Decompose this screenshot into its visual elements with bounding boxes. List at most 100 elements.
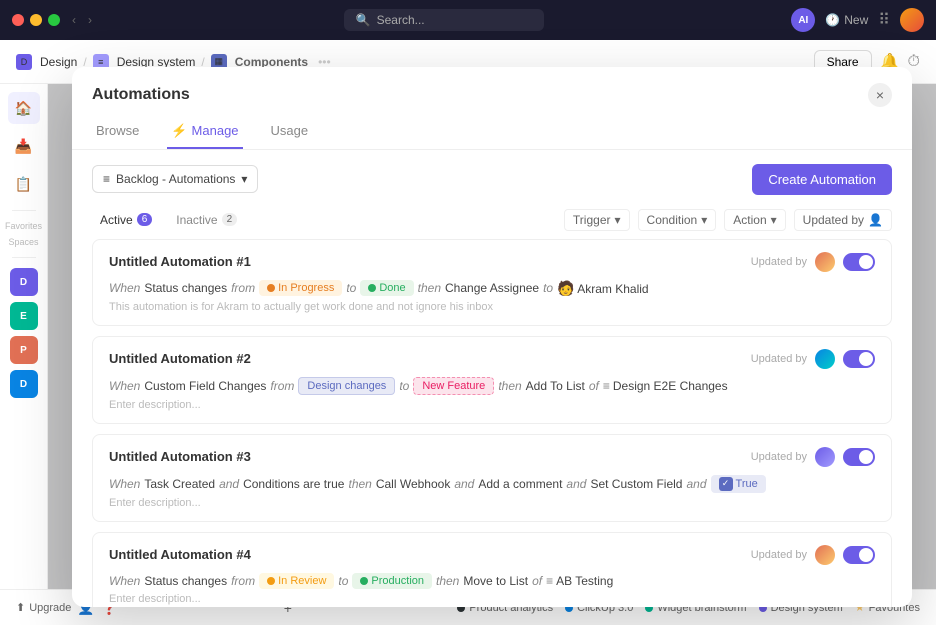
forward-arrow-icon[interactable]: › bbox=[84, 11, 96, 29]
minimize-window-icon[interactable] bbox=[30, 14, 42, 26]
sidebar-space-p[interactable]: P bbox=[10, 336, 38, 364]
automation-2-rule: When Custom Field Changes from Design ch… bbox=[109, 377, 875, 395]
filter-left: Active 6 Inactive 2 bbox=[92, 209, 245, 231]
ai-badge[interactable]: AI bbox=[791, 8, 815, 32]
manage-icon: ⚡ bbox=[171, 123, 187, 139]
sidebar-divider bbox=[12, 210, 36, 211]
automation-3-header: Untitled Automation #3 Updated by bbox=[109, 447, 875, 467]
window-controls bbox=[12, 14, 60, 26]
sidebar-space-design[interactable]: D bbox=[10, 268, 38, 296]
chevron-down-icon: ▾ bbox=[241, 172, 247, 186]
modal-close-button[interactable]: × bbox=[868, 83, 892, 107]
modal-tabs: Browse ⚡ Manage Usage bbox=[72, 115, 912, 150]
automation-1-rule: When Status changes from In Progress to … bbox=[109, 280, 875, 297]
updated-by-label-3: Updated by bbox=[751, 451, 807, 463]
automation-list: Untitled Automation #1 Updated by When S… bbox=[72, 239, 912, 607]
trigger-2: Custom Field Changes bbox=[144, 379, 266, 393]
nav-arrows: ‹ › bbox=[68, 11, 96, 29]
design-icon: D bbox=[16, 54, 32, 70]
sidebar-item-tasks[interactable]: 📋 bbox=[8, 168, 40, 200]
user-avatar[interactable] bbox=[900, 8, 924, 32]
to-badge-1: Done bbox=[360, 280, 413, 296]
tab-usage[interactable]: Usage bbox=[267, 115, 313, 148]
tab-manage[interactable]: ⚡ Manage bbox=[167, 115, 242, 149]
breadcrumb-design[interactable]: Design bbox=[40, 55, 77, 69]
toggle-2[interactable] bbox=[843, 350, 875, 368]
automation-item-4: Untitled Automation #4 Updated by When S… bbox=[92, 532, 892, 607]
updated-icon: 👤 bbox=[868, 213, 883, 227]
search-placeholder: Search... bbox=[377, 13, 425, 27]
avatar-4 bbox=[815, 545, 835, 565]
automation-1-header: Untitled Automation #1 Updated by bbox=[109, 252, 875, 272]
filter-inactive[interactable]: Inactive 2 bbox=[168, 209, 245, 231]
clock-icon[interactable]: ⏱ bbox=[908, 53, 920, 71]
modal-header: Automations × bbox=[72, 67, 912, 107]
action-target-4: ≡ AB Testing bbox=[546, 574, 613, 588]
to-badge-4: Production bbox=[352, 573, 432, 589]
automation-1-meta: Updated by bbox=[751, 252, 875, 272]
from-badge-2: Design changes bbox=[298, 377, 395, 395]
automation-item-2: Untitled Automation #2 Updated by When C… bbox=[92, 336, 892, 424]
maximize-window-icon[interactable] bbox=[48, 14, 60, 26]
toggle-3[interactable] bbox=[843, 448, 875, 466]
avatar-2 bbox=[815, 349, 835, 369]
automation-1-name[interactable]: Untitled Automation #1 bbox=[109, 254, 251, 269]
upgrade-button[interactable]: ⬆ Upgrade bbox=[16, 601, 71, 614]
avatar-3 bbox=[815, 447, 835, 467]
condition-chevron-icon: ▾ bbox=[701, 213, 707, 227]
trigger-chevron-icon: ▾ bbox=[615, 213, 621, 227]
updated-by-filter[interactable]: Updated by 👤 bbox=[794, 209, 892, 231]
search-bar[interactable]: 🔍 Search... bbox=[344, 9, 544, 31]
automation-4-header: Untitled Automation #4 Updated by bbox=[109, 545, 875, 565]
avatar-1 bbox=[815, 252, 835, 272]
action-chevron-icon: ▾ bbox=[771, 213, 777, 227]
modal-toolbar: ≡ Backlog - Automations ▾ Create Automat… bbox=[72, 150, 912, 209]
automation-4-name[interactable]: Untitled Automation #4 bbox=[109, 547, 251, 562]
automation-4-rule: When Status changes from In Review to Pr… bbox=[109, 573, 875, 589]
automation-3-rule: When Task Created and Conditions are tru… bbox=[109, 475, 875, 493]
automation-item-3: Untitled Automation #3 Updated by When T… bbox=[92, 434, 892, 522]
toggle-1[interactable] bbox=[843, 253, 875, 271]
updated-by-label-2: Updated by bbox=[751, 353, 807, 365]
backlog-select[interactable]: ≡ Backlog - Automations ▾ bbox=[92, 165, 258, 193]
action3-value-badge: ✓ True bbox=[711, 475, 766, 493]
sidebar-divider2 bbox=[12, 257, 36, 258]
condition-filter[interactable]: Condition ▾ bbox=[638, 209, 717, 231]
trigger-filter[interactable]: Trigger ▾ bbox=[564, 209, 630, 231]
sidebar-space-da[interactable]: D bbox=[10, 370, 38, 398]
automation-2-meta: Updated by bbox=[751, 349, 875, 369]
automation-2-name[interactable]: Untitled Automation #2 bbox=[109, 351, 251, 366]
search-icon: 🔍 bbox=[356, 13, 371, 27]
new-button[interactable]: 🕐 New bbox=[825, 13, 868, 27]
tab-browse[interactable]: Browse bbox=[92, 115, 143, 148]
clock-icon: 🕐 bbox=[825, 13, 840, 27]
automation-3-name[interactable]: Untitled Automation #3 bbox=[109, 449, 251, 464]
sidebar-item-home[interactable]: 🏠 bbox=[8, 92, 40, 124]
favorites-label: Favorites bbox=[5, 221, 42, 231]
automation-3-meta: Updated by bbox=[751, 447, 875, 467]
to-badge-2: New Feature bbox=[413, 377, 494, 395]
top-bar-right: AI 🕐 New ⠿ bbox=[791, 8, 924, 32]
sidebar-item-inbox[interactable]: 📥 bbox=[8, 130, 40, 162]
apps-icon[interactable]: ⠿ bbox=[878, 10, 890, 30]
automation-3-desc: Enter description... bbox=[109, 497, 875, 509]
active-count-badge: 6 bbox=[137, 213, 153, 226]
toggle-4[interactable] bbox=[843, 546, 875, 564]
automation-item-1: Untitled Automation #1 Updated by When S… bbox=[92, 239, 892, 326]
upgrade-icon: ⬆ bbox=[16, 601, 25, 614]
automation-4-desc: Enter description... bbox=[109, 593, 875, 605]
filter-bar: Active 6 Inactive 2 Trigger ▾ Condition … bbox=[72, 209, 912, 239]
sidebar-space-e[interactable]: E bbox=[10, 302, 38, 330]
back-arrow-icon[interactable]: ‹ bbox=[68, 11, 80, 29]
automation-1-desc: This automation is for Akram to actually… bbox=[109, 301, 875, 313]
action-filter[interactable]: Action ▾ bbox=[724, 209, 785, 231]
spaces-label: Spaces bbox=[8, 237, 38, 247]
close-window-icon[interactable] bbox=[12, 14, 24, 26]
inactive-count-badge: 2 bbox=[222, 213, 238, 226]
create-automation-button[interactable]: Create Automation bbox=[752, 164, 892, 195]
list-icon: ≡ bbox=[103, 172, 110, 186]
sidebar: 🏠 📥 📋 Favorites Spaces D E P D bbox=[0, 84, 48, 589]
modal-title: Automations bbox=[92, 86, 190, 104]
updated-by-label-1: Updated by bbox=[751, 256, 807, 268]
filter-active[interactable]: Active 6 bbox=[92, 209, 160, 231]
